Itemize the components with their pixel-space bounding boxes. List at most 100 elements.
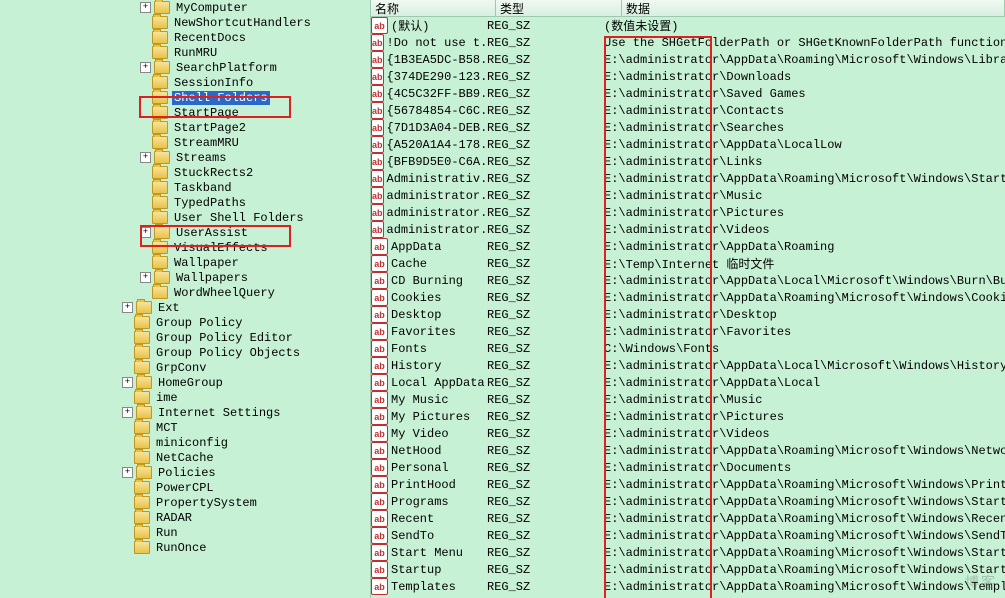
value-row[interactable]: ab{A520A1A4-178...REG_SZE:\administrator… [371, 136, 1005, 153]
value-row[interactable]: ab{4C5C32FF-BB9...REG_SZE:\administrator… [371, 85, 1005, 102]
value-row[interactable]: abHistoryREG_SZE:\administrator\AppData\… [371, 357, 1005, 374]
tree-item[interactable]: NetCache [0, 450, 370, 465]
expand-icon[interactable]: + [122, 467, 133, 478]
value-row[interactable]: abCacheREG_SZE:\Temp\Internet 临时文件 [371, 255, 1005, 272]
value-row[interactable]: ab{BFB9D5E0-C6A...REG_SZE:\administrator… [371, 153, 1005, 170]
value-row[interactable]: abStartupREG_SZE:\administrator\AppData\… [371, 561, 1005, 578]
value-row[interactable]: abCookiesREG_SZE:\administrator\AppData\… [371, 289, 1005, 306]
tree-spacer [122, 393, 131, 402]
tree-item[interactable]: StuckRects2 [0, 165, 370, 180]
tree-item[interactable]: TypedPaths [0, 195, 370, 210]
expand-icon[interactable]: + [122, 407, 133, 418]
tree-item[interactable]: RADAR [0, 510, 370, 525]
value-name: {374DE290-123... [387, 70, 487, 84]
value-data: E:\administrator\Contacts [604, 104, 1005, 118]
value-row[interactable]: abProgramsREG_SZE:\administrator\AppData… [371, 493, 1005, 510]
tree-item[interactable]: +SearchPlatform [0, 60, 370, 75]
tree-item[interactable]: Run [0, 525, 370, 540]
string-value-icon: ab [371, 306, 388, 323]
expand-icon[interactable]: + [140, 272, 151, 283]
value-row[interactable]: abAppDataREG_SZE:\administrator\AppData\… [371, 238, 1005, 255]
value-row[interactable]: abMy VideoREG_SZE:\administrator\Videos [371, 425, 1005, 442]
expand-icon[interactable]: + [122, 302, 133, 313]
tree-item[interactable]: ime [0, 390, 370, 405]
tree-spacer [122, 528, 131, 537]
tree-item[interactable]: RecentDocs [0, 30, 370, 45]
value-type: REG_SZ [487, 495, 604, 509]
tree-item[interactable]: VisualEffects [0, 240, 370, 255]
tree-item[interactable]: +Wallpapers [0, 270, 370, 285]
value-row[interactable]: abPersonalREG_SZE:\administrator\Documen… [371, 459, 1005, 476]
expand-icon[interactable]: + [140, 62, 151, 73]
tree-item[interactable]: WordWheelQuery [0, 285, 370, 300]
value-name: Local AppData [391, 376, 485, 390]
tree-item[interactable]: RunMRU [0, 45, 370, 60]
tree-item[interactable]: Taskband [0, 180, 370, 195]
value-row[interactable]: ab(默认)REG_SZ(数值未设置) [371, 17, 1005, 34]
tree-item[interactable]: Group Policy [0, 315, 370, 330]
value-data: E:\administrator\AppData\Roaming\Microso… [604, 563, 1005, 577]
folder-icon [136, 406, 152, 419]
tree-item[interactable]: +Internet Settings [0, 405, 370, 420]
value-row[interactable]: abadministrator...REG_SZE:\administrator… [371, 187, 1005, 204]
value-row[interactable]: abDesktopREG_SZE:\administrator\Desktop [371, 306, 1005, 323]
value-name: My Music [391, 393, 449, 407]
tree-item[interactable]: User Shell Folders [0, 210, 370, 225]
value-row[interactable]: ab!Do not use t...REG_SZUse the SHGetFol… [371, 34, 1005, 51]
value-row[interactable]: abFavoritesREG_SZE:\administrator\Favori… [371, 323, 1005, 340]
folder-icon [134, 346, 150, 359]
value-row[interactable]: abTemplatesREG_SZE:\administrator\AppDat… [371, 578, 1005, 595]
tree-item[interactable]: RunOnce [0, 540, 370, 555]
value-row[interactable]: abNetHoodREG_SZE:\administrator\AppData\… [371, 442, 1005, 459]
tree-item[interactable]: Wallpaper [0, 255, 370, 270]
value-row[interactable]: abAdministrativ...REG_SZE:\administrator… [371, 170, 1005, 187]
value-row[interactable]: abLocal AppDataREG_SZE:\administrator\Ap… [371, 374, 1005, 391]
value-row[interactable]: abPrintHoodREG_SZE:\administrator\AppDat… [371, 476, 1005, 493]
tree-item[interactable]: Group Policy Objects [0, 345, 370, 360]
tree-item[interactable]: + Ext [0, 300, 370, 315]
tree-item[interactable]: PowerCPL [0, 480, 370, 495]
tree-item[interactable]: StreamMRU [0, 135, 370, 150]
value-row[interactable]: ab{7D1D3A04-DEB...REG_SZE:\administrator… [371, 119, 1005, 136]
tree-item[interactable]: Shell Folders [0, 90, 370, 105]
expand-icon[interactable]: + [140, 227, 151, 238]
value-row[interactable]: ab{56784854-C6C...REG_SZE:\administrator… [371, 102, 1005, 119]
tree-item[interactable]: miniconfig [0, 435, 370, 450]
tree-item[interactable]: StartPage2 [0, 120, 370, 135]
tree-label: Ext [156, 301, 182, 315]
registry-tree[interactable]: +MyComputerNewShortcutHandlersRecentDocs… [0, 0, 371, 598]
expand-icon[interactable]: + [140, 2, 151, 13]
value-data: E:\administrator\Downloads [604, 70, 1005, 84]
value-row[interactable]: abRecentREG_SZE:\administrator\AppData\R… [371, 510, 1005, 527]
value-row[interactable]: ab{1B3EA5DC-B58...REG_SZE:\administrator… [371, 51, 1005, 68]
value-row[interactable]: abFontsREG_SZC:\Windows\Fonts [371, 340, 1005, 357]
value-row[interactable]: abSendToREG_SZE:\administrator\AppData\R… [371, 527, 1005, 544]
expand-icon[interactable]: + [140, 152, 151, 163]
value-type: REG_SZ [487, 206, 604, 220]
value-row[interactable]: abStart MenuREG_SZE:\administrator\AppDa… [371, 544, 1005, 561]
col-name[interactable]: 名称 [371, 0, 496, 16]
tree-item[interactable]: PropertySystem [0, 495, 370, 510]
tree-item[interactable]: GrpConv [0, 360, 370, 375]
value-row[interactable]: abCD BurningREG_SZE:\administrator\AppDa… [371, 272, 1005, 289]
value-row[interactable]: abMy PicturesREG_SZE:\administrator\Pict… [371, 408, 1005, 425]
tree-item[interactable]: MCT [0, 420, 370, 435]
tree-label: MCT [154, 421, 180, 435]
tree-item[interactable]: +Policies [0, 465, 370, 480]
tree-item[interactable]: +Streams [0, 150, 370, 165]
tree-item[interactable]: NewShortcutHandlers [0, 15, 370, 30]
value-row[interactable]: abMy MusicREG_SZE:\administrator\Music [371, 391, 1005, 408]
col-data[interactable]: 数据 [622, 0, 1005, 16]
tree-item[interactable]: StartPage [0, 105, 370, 120]
tree-item[interactable]: +MyComputer [0, 0, 370, 15]
value-row[interactable]: abadministrator...REG_SZE:\administrator… [371, 204, 1005, 221]
expand-icon[interactable]: + [122, 377, 133, 388]
tree-item[interactable]: SessionInfo [0, 75, 370, 90]
tree-item[interactable]: +UserAssist [0, 225, 370, 240]
tree-item[interactable]: Group Policy Editor [0, 330, 370, 345]
tree-item[interactable]: +HomeGroup [0, 375, 370, 390]
string-value-icon: ab [371, 340, 388, 357]
value-row[interactable]: abadministrator...REG_SZE:\administrator… [371, 221, 1005, 238]
col-type[interactable]: 类型 [496, 0, 622, 16]
value-row[interactable]: ab{374DE290-123...REG_SZE:\administrator… [371, 68, 1005, 85]
